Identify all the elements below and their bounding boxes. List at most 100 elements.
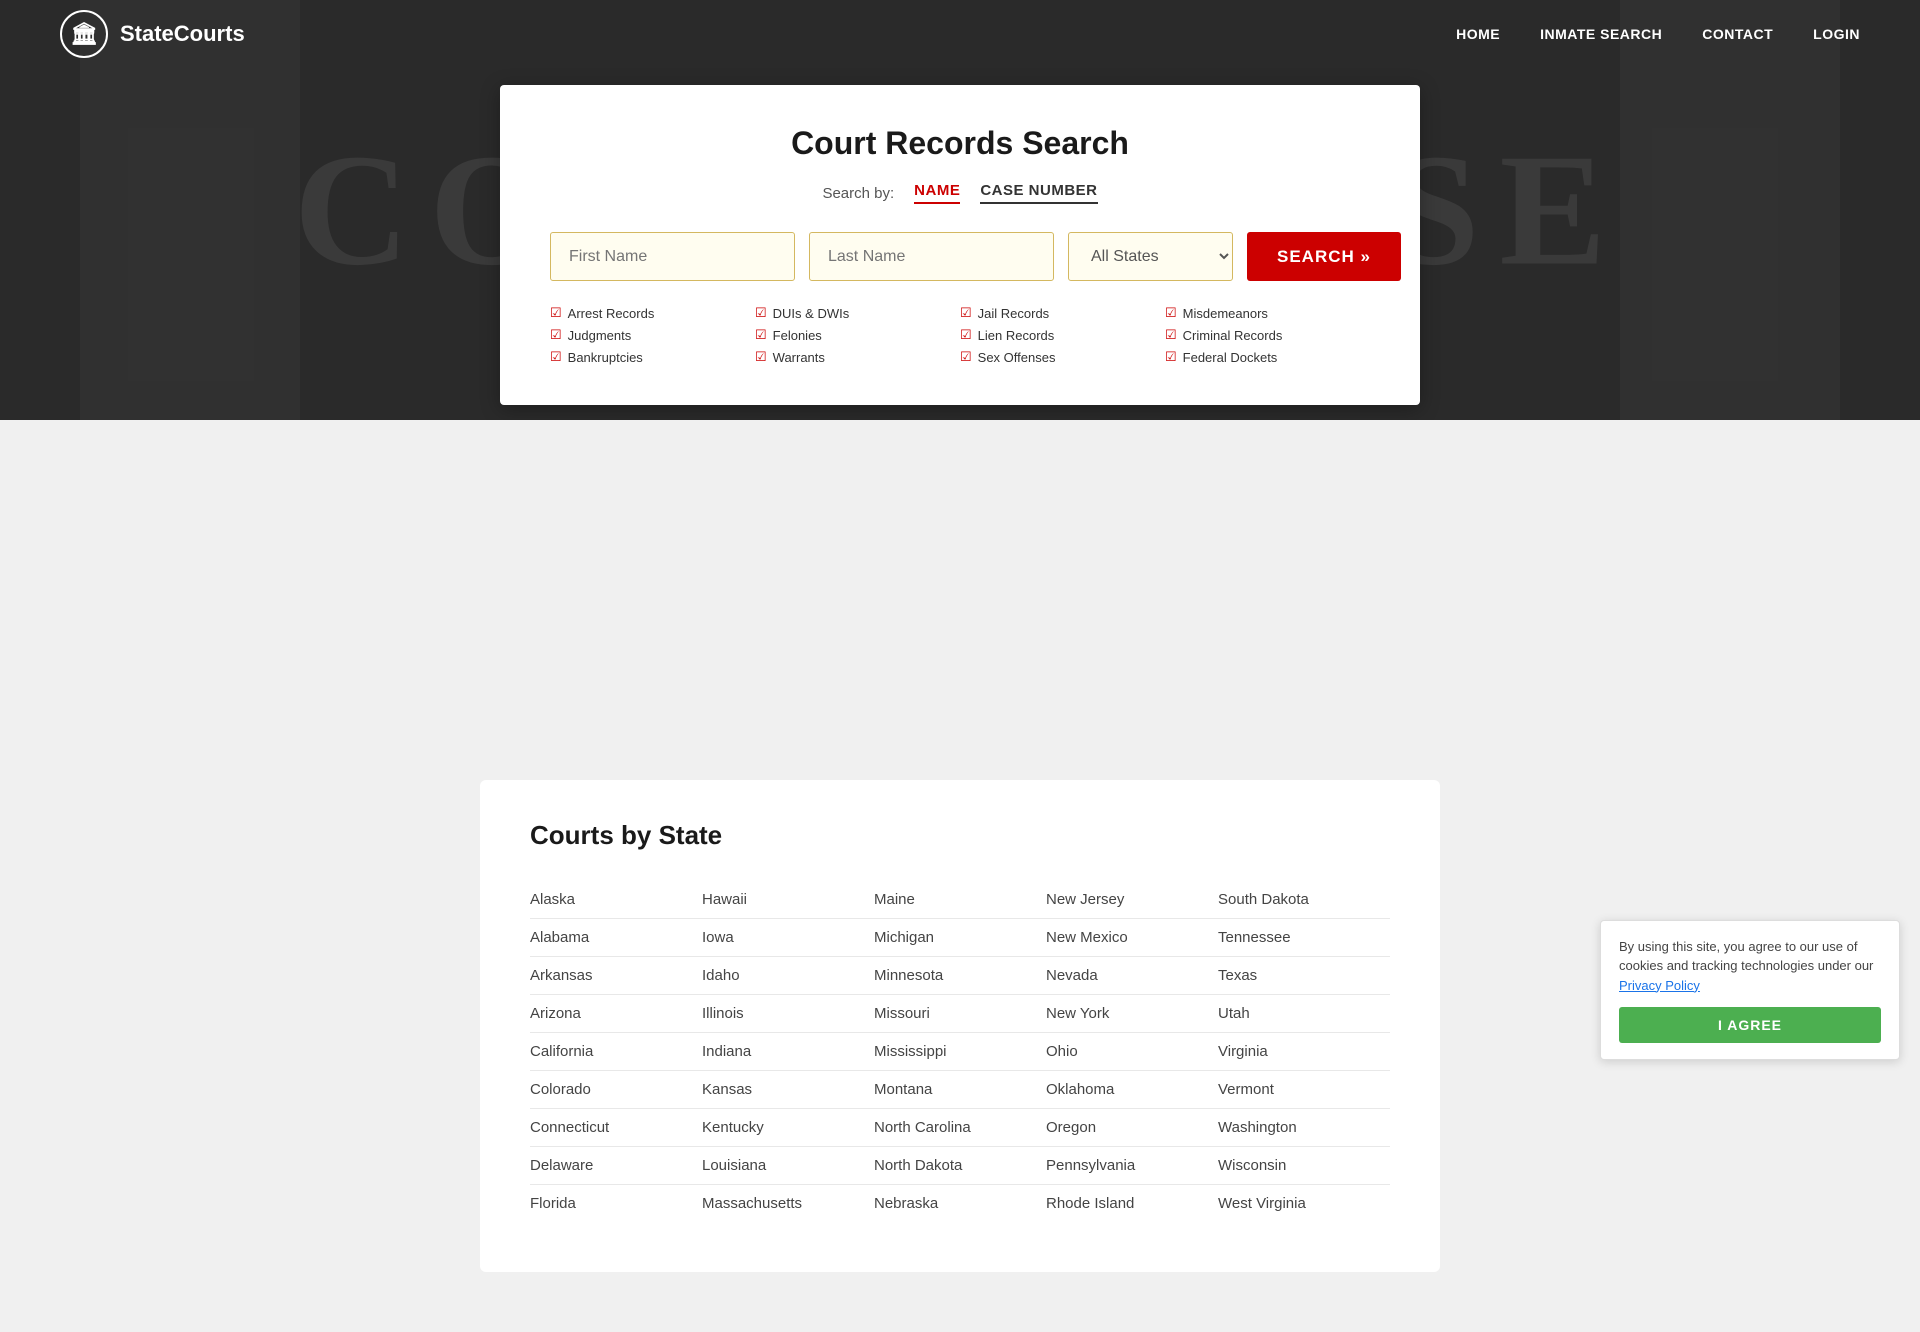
state-column: MaineMichiganMinnesotaMissouriMississipp…	[874, 881, 1046, 1222]
state-column: AlaskaAlabamaArkansasArizonaCaliforniaCo…	[530, 881, 702, 1222]
state-link[interactable]: New Jersey	[1046, 881, 1218, 919]
state-link[interactable]: Oklahoma	[1046, 1071, 1218, 1109]
checkbox-icon: ☑	[755, 305, 767, 321]
cookie-notice: By using this site, you agree to our use…	[1600, 920, 1900, 1061]
state-link[interactable]: South Dakota	[1218, 881, 1390, 919]
checkbox-item: ☑ DUIs & DWIs	[755, 305, 960, 321]
state-link[interactable]: Kansas	[702, 1071, 874, 1109]
state-link[interactable]: Florida	[530, 1185, 702, 1222]
courts-title: Courts by State	[530, 820, 1390, 851]
checkbox-icon: ☑	[1165, 327, 1177, 343]
state-link[interactable]: Minnesota	[874, 957, 1046, 995]
first-name-input[interactable]	[550, 232, 795, 281]
state-link[interactable]: Vermont	[1218, 1071, 1390, 1109]
state-link[interactable]: Kentucky	[702, 1109, 874, 1147]
last-name-input[interactable]	[809, 232, 1054, 281]
search-by-label: Search by:	[822, 185, 894, 202]
checkbox-item: ☑Felonies	[755, 327, 960, 343]
state-link[interactable]: Nevada	[1046, 957, 1218, 995]
checkbox-item: ☑Arrest Records	[550, 305, 755, 321]
state-link[interactable]: Indiana	[702, 1033, 874, 1071]
nav-inmate-search[interactable]: INMATE SEARCH	[1540, 26, 1662, 42]
checkbox-item: ☑Lien Records	[960, 327, 1165, 343]
state-link[interactable]: Michigan	[874, 919, 1046, 957]
checkbox-label: Judgments	[568, 328, 632, 343]
search-box: Court Records Search Search by: NAME CAS…	[500, 85, 1420, 405]
state-link[interactable]: West Virginia	[1218, 1185, 1390, 1222]
checkbox-icon: ☑	[1165, 349, 1177, 365]
checkbox-label: Lien Records	[978, 328, 1055, 343]
state-link[interactable]: Connecticut	[530, 1109, 702, 1147]
nav-contact[interactable]: CONTACT	[1702, 26, 1773, 42]
checkbox-label: Sex Offenses	[978, 350, 1056, 365]
logo[interactable]: 🏛 StateCourts	[60, 10, 245, 58]
nav-login[interactable]: LOGIN	[1813, 26, 1860, 42]
state-select[interactable]: All StatesAlaskaAlabamaArkansasArizonaCa…	[1068, 232, 1233, 281]
state-link[interactable]: North Carolina	[874, 1109, 1046, 1147]
search-button[interactable]: SEARCH »	[1247, 232, 1401, 281]
search-inputs-row: All StatesAlaskaAlabamaArkansasArizonaCa…	[550, 232, 1370, 281]
checkbox-icon: ☑	[960, 349, 972, 365]
state-link[interactable]: New Mexico	[1046, 919, 1218, 957]
checkbox-label: DUIs & DWIs	[773, 306, 850, 321]
checkbox-item: ☑ Warrants	[755, 349, 960, 365]
checkbox-icon: ☑	[755, 349, 767, 365]
state-link[interactable]: Missouri	[874, 995, 1046, 1033]
checkbox-label: Federal Dockets	[1183, 350, 1278, 365]
checkbox-label: Felonies	[773, 328, 822, 343]
state-link[interactable]: Maine	[874, 881, 1046, 919]
state-link[interactable]: Texas	[1218, 957, 1390, 995]
checkbox-icon: ☑	[1165, 305, 1177, 321]
state-link[interactable]: Iowa	[702, 919, 874, 957]
navigation: 🏛 StateCourts HOME INMATE SEARCH CONTACT…	[0, 0, 1920, 68]
nav-links: HOME INMATE SEARCH CONTACT LOGIN	[1456, 26, 1860, 42]
state-link[interactable]: Rhode Island	[1046, 1185, 1218, 1222]
state-column: South DakotaTennesseeTexasUtahVirginiaVe…	[1218, 881, 1390, 1222]
checkbox-label: Arrest Records	[568, 306, 655, 321]
agree-button[interactable]: I AGREE	[1619, 1007, 1881, 1043]
courts-container: Courts by State AlaskaAlabamaArkansasAri…	[480, 780, 1440, 1272]
state-link[interactable]: Colorado	[530, 1071, 702, 1109]
nav-home[interactable]: HOME	[1456, 26, 1500, 42]
checkbox-item: ☑Misdemeanors	[1165, 305, 1370, 321]
state-link[interactable]: Alabama	[530, 919, 702, 957]
checkbox-item: ☑Jail Records	[960, 305, 1165, 321]
state-link[interactable]: California	[530, 1033, 702, 1071]
state-link[interactable]: Alaska	[530, 881, 702, 919]
state-link[interactable]: Arizona	[530, 995, 702, 1033]
checkbox-icon: ☑	[960, 305, 972, 321]
state-link[interactable]: Oregon	[1046, 1109, 1218, 1147]
state-link[interactable]: Arkansas	[530, 957, 702, 995]
tab-case-number[interactable]: CASE NUMBER	[980, 182, 1097, 204]
state-link[interactable]: Hawaii	[702, 881, 874, 919]
state-link[interactable]: Montana	[874, 1071, 1046, 1109]
checkbox-label: Warrants	[773, 350, 825, 365]
state-link[interactable]: Louisiana	[702, 1147, 874, 1185]
state-link[interactable]: Delaware	[530, 1147, 702, 1185]
state-column: New JerseyNew MexicoNevadaNew YorkOhioOk…	[1046, 881, 1218, 1222]
state-link[interactable]: Tennessee	[1218, 919, 1390, 957]
checkbox-item: ☑ Bankruptcies	[550, 349, 755, 365]
state-link[interactable]: Utah	[1218, 995, 1390, 1033]
checkbox-label: Bankruptcies	[568, 350, 643, 365]
search-by-row: Search by: NAME CASE NUMBER	[550, 182, 1370, 204]
state-link[interactable]: Ohio	[1046, 1033, 1218, 1071]
state-link[interactable]: North Dakota	[874, 1147, 1046, 1185]
state-link[interactable]: Washington	[1218, 1109, 1390, 1147]
tab-name[interactable]: NAME	[914, 182, 960, 204]
state-link[interactable]: Virginia	[1218, 1033, 1390, 1071]
state-link[interactable]: Nebraska	[874, 1185, 1046, 1222]
checkbox-icon: ☑	[550, 349, 562, 365]
state-link[interactable]: Wisconsin	[1218, 1147, 1390, 1185]
checkbox-item: ☑Criminal Records	[1165, 327, 1370, 343]
checkboxes-grid: ☑Arrest Records☑DUIs & DWIs☑Jail Records…	[550, 305, 1370, 365]
privacy-policy-link[interactable]: Privacy Policy	[1619, 978, 1700, 993]
state-link[interactable]: Pennsylvania	[1046, 1147, 1218, 1185]
state-link[interactable]: Mississippi	[874, 1033, 1046, 1071]
state-link[interactable]: Illinois	[702, 995, 874, 1033]
state-link[interactable]: Massachusetts	[702, 1185, 874, 1222]
cookie-text: By using this site, you agree to our use…	[1619, 937, 1881, 996]
state-link[interactable]: Idaho	[702, 957, 874, 995]
state-link[interactable]: New York	[1046, 995, 1218, 1033]
logo-text: StateCourts	[120, 21, 245, 47]
